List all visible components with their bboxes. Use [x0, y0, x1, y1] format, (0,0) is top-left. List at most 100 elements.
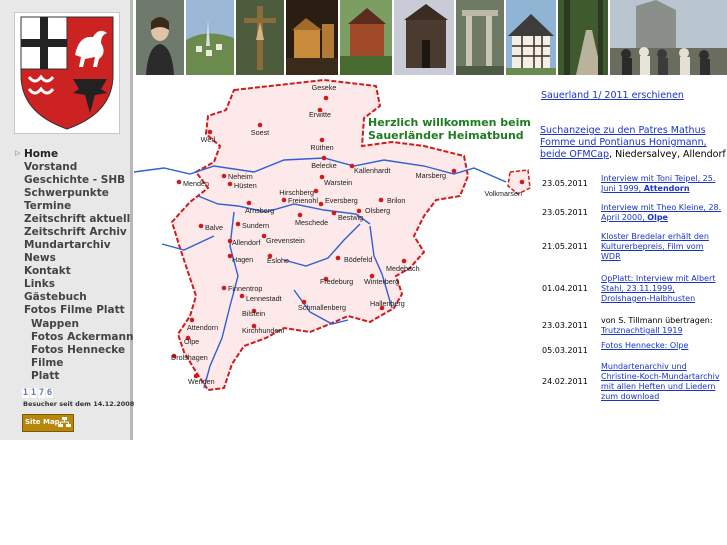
- map-town-label[interactable]: Meschede: [295, 218, 328, 227]
- map-town-dot[interactable]: [319, 137, 325, 143]
- map-town-label[interactable]: Arnsberg: [245, 206, 274, 215]
- map-town-label[interactable]: Werl: [201, 135, 216, 144]
- news-link-place[interactable]: Olpe: [647, 213, 668, 222]
- map-town-label[interactable]: Balve: [205, 223, 223, 232]
- map-town-dot[interactable]: [313, 188, 319, 194]
- search-notice-link-line3[interactable]: beide OFMCap: [540, 149, 609, 160]
- nav-item-wappen[interactable]: Wappen: [31, 318, 79, 330]
- map-town-label[interactable]: Volkmarsen: [484, 189, 522, 198]
- map-town-dot[interactable]: [235, 221, 241, 227]
- map-town-label[interactable]: Winterberg: [364, 277, 399, 286]
- map-town-label[interactable]: Rüthen: [310, 143, 333, 152]
- news-link-place[interactable]: Attendorn: [644, 184, 690, 193]
- nav-item-news[interactable]: News: [24, 252, 56, 264]
- map-town-dot[interactable]: [321, 155, 327, 161]
- news-link[interactable]: Kloster Bredelar erhält den Kulturerbepr…: [601, 232, 709, 261]
- map-town-label[interactable]: Kirchhundem: [242, 326, 284, 335]
- photo-procession[interactable]: [610, 0, 727, 75]
- map-town-label[interactable]: Neheim: [228, 172, 253, 181]
- map-town-dot[interactable]: [176, 179, 182, 185]
- map-town-dot[interactable]: [451, 168, 457, 174]
- map-town-dot[interactable]: [207, 129, 213, 135]
- nav-item-geschichte-shb[interactable]: Geschichte - SHB: [24, 174, 125, 186]
- photo-pillars[interactable]: [456, 0, 504, 75]
- map-town-label[interactable]: Brilon: [387, 196, 405, 205]
- map-town-label[interactable]: Hallenberg: [370, 299, 405, 308]
- photo-half-timbered-house[interactable]: [506, 0, 556, 75]
- nav-item-filme[interactable]: Filme: [31, 357, 63, 369]
- map-town-label[interactable]: Bödefeld: [344, 255, 372, 264]
- map-town-label[interactable]: Attendorn: [187, 323, 218, 332]
- map-town-label[interactable]: Fredeburg: [320, 277, 353, 286]
- map-town-label[interactable]: Freienohl: [288, 196, 318, 205]
- sauerland-issue-link[interactable]: Sauerland 1/ 2011 erschienen: [541, 90, 684, 101]
- map-town-dot[interactable]: [318, 201, 324, 207]
- map-town-dot[interactable]: [257, 122, 263, 128]
- map-town-dot[interactable]: [189, 317, 195, 323]
- map-town-dot[interactable]: [239, 293, 245, 299]
- nav-item-schwerpunkte[interactable]: Schwerpunkte: [24, 187, 109, 199]
- map-town-dot[interactable]: [227, 181, 233, 187]
- map-town-label[interactable]: Eversberg: [325, 196, 358, 205]
- map-town-label[interactable]: Marsberg: [416, 171, 446, 180]
- map-town-label[interactable]: Medebach: [386, 264, 420, 273]
- map-town-label[interactable]: Eslohe: [267, 256, 289, 265]
- photo-forest-path[interactable]: [558, 0, 608, 75]
- map-town-label[interactable]: Menden: [183, 179, 209, 188]
- photo-village-valley[interactable]: [186, 0, 234, 75]
- photo-church-dark[interactable]: [394, 0, 454, 75]
- map-town-dot[interactable]: [281, 197, 287, 203]
- map-town-label[interactable]: Olpe: [184, 337, 199, 346]
- nav-item-fotos-hennecke[interactable]: Fotos Hennecke: [31, 344, 125, 356]
- map-town-dot[interactable]: [401, 258, 407, 264]
- news-link[interactable]: Fotos Hennecke: Olpe: [601, 341, 688, 350]
- nav-item-fotos-filme-platt[interactable]: Fotos Filme Platt: [24, 304, 125, 316]
- map-town-dot[interactable]: [378, 197, 384, 203]
- photo-wayside-cross[interactable]: [236, 0, 284, 75]
- nav-item-mundartarchiv[interactable]: Mundartarchiv: [24, 239, 111, 251]
- map-town-dot[interactable]: [221, 285, 227, 291]
- map-town-label[interactable]: Bilstein: [242, 309, 265, 318]
- photo-castle-night[interactable]: [286, 0, 338, 75]
- map-town-dot[interactable]: [198, 223, 204, 229]
- map-town-label[interactable]: Schmallenberg: [298, 303, 346, 312]
- news-link[interactable]: OpPlatt: Interview mit Albert Stahl, 23.…: [601, 274, 715, 303]
- nav-item-vorstand[interactable]: Vorstand: [24, 161, 77, 173]
- map-town-label[interactable]: Grevenstein: [266, 236, 305, 245]
- nav-item-termine[interactable]: Termine: [24, 200, 71, 212]
- coat-of-arms-logo[interactable]: [14, 12, 120, 134]
- news-link[interactable]: Mundartenarchiv und Christine-Koch-Munda…: [601, 362, 720, 401]
- map-town-label[interactable]: Sundern: [242, 221, 269, 230]
- news-link[interactable]: Trutznachtigall 1919: [601, 326, 683, 335]
- nav-item-platt[interactable]: Platt: [31, 370, 59, 382]
- photo-portrait-woman[interactable]: [136, 0, 184, 75]
- map-town-dot[interactable]: [323, 95, 329, 101]
- map-town-label[interactable]: Allendorf: [232, 238, 260, 247]
- map-town-label[interactable]: Erwitte: [309, 110, 331, 119]
- sitemap-button[interactable]: Site Map: [22, 414, 74, 432]
- map-town-label[interactable]: Wenden: [188, 377, 215, 386]
- map-town-dot[interactable]: [335, 255, 341, 261]
- map-town-dot[interactable]: [246, 200, 252, 206]
- map-town-label[interactable]: Olsberg: [365, 206, 390, 215]
- search-notice-link-line2[interactable]: Fomme und Pontianus Honigmann,: [540, 137, 707, 148]
- map-town-label[interactable]: Drolshagen: [171, 353, 208, 362]
- map-town-label[interactable]: Bestwig: [338, 213, 363, 222]
- nav-item-kontakt[interactable]: Kontakt: [24, 265, 71, 277]
- map-town-label[interactable]: Finnentrop: [228, 284, 262, 293]
- map-town-dot[interactable]: [519, 179, 525, 185]
- map-town-dot[interactable]: [331, 210, 337, 216]
- nav-item-links[interactable]: Links: [24, 278, 55, 290]
- map-town-label[interactable]: Kallenhardt: [354, 166, 390, 175]
- map-town-dot[interactable]: [221, 173, 227, 179]
- map-town-label[interactable]: Soest: [251, 128, 269, 137]
- map-town-label[interactable]: Warstein: [324, 178, 352, 187]
- map-town-label[interactable]: Hüsten: [234, 181, 257, 190]
- nav-item-zeitschrift-archiv[interactable]: Zeitschrift Archiv: [24, 226, 127, 238]
- nav-item-gästebuch[interactable]: Gästebuch: [24, 291, 87, 303]
- search-notice-link-line1[interactable]: Suchanzeige zu den Patres Mathus: [540, 125, 706, 136]
- photo-red-castle[interactable]: [340, 0, 392, 75]
- map-town-label[interactable]: Geseke: [312, 83, 337, 92]
- map-town-label[interactable]: Lennestadt: [246, 294, 282, 303]
- map-town-label[interactable]: Hagen: [232, 255, 253, 264]
